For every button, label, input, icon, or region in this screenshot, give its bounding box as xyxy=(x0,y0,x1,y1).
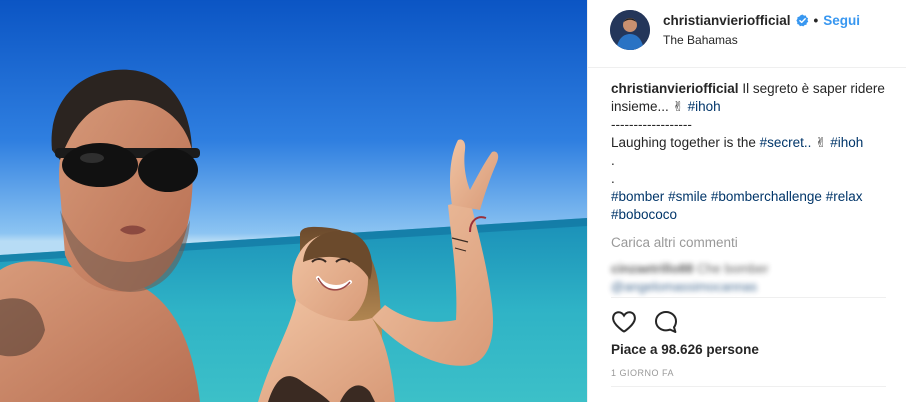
hashtag-link[interactable]: #bomber xyxy=(611,189,664,204)
post-timestamp[interactable]: 1 GIORNO FA xyxy=(611,368,674,378)
comment-username: cinzaetrillo88 xyxy=(611,261,694,276)
instagram-post: christianvieriofficial • Segui The Baham… xyxy=(0,0,906,402)
post-caption: christianvieriofficial Il segreto è sape… xyxy=(611,80,889,224)
comment-bubble-icon[interactable] xyxy=(653,309,679,335)
post-sidebar: christianvieriofficial • Segui The Baham… xyxy=(587,0,906,402)
hashtag-link[interactable]: #relax xyxy=(826,189,863,204)
peace-emoji-icon: ✌ xyxy=(672,99,684,114)
header-user-row: christianvieriofficial • Segui xyxy=(663,13,860,28)
peace-emoji-icon: ✌ xyxy=(815,135,827,150)
divider xyxy=(611,297,886,298)
divider xyxy=(611,386,886,387)
caption-dashes: ------------------ xyxy=(611,117,692,132)
hashtag-line: #bomber #smile #bomberchallenge #relax xyxy=(611,188,889,206)
post-photo[interactable] xyxy=(0,0,587,402)
heart-icon[interactable] xyxy=(611,309,637,335)
hashtag-line: #bobococo xyxy=(611,206,889,224)
verified-badge-icon xyxy=(795,14,808,27)
hashtag-link[interactable]: #secret.. xyxy=(760,135,812,150)
caption-text-en: Laughing together is the xyxy=(611,135,756,150)
location-link[interactable]: The Bahamas xyxy=(663,33,738,47)
hashtag-link[interactable]: #bomberchallenge xyxy=(711,189,822,204)
blurred-comment: cinzaetrillo88 Che bomber @angelomassimo… xyxy=(611,260,801,296)
comment-text: Che bomber xyxy=(697,261,769,276)
hashtag-link[interactable]: #bobococo xyxy=(611,207,677,222)
separator-dot: • xyxy=(813,13,819,28)
photo-illustration xyxy=(0,69,587,402)
post-actions xyxy=(611,309,679,335)
hashtag-link[interactable]: #ihoh xyxy=(688,99,721,114)
caption-username[interactable]: christianvieriofficial xyxy=(611,81,739,96)
follow-button[interactable]: Segui xyxy=(823,13,860,28)
avatar[interactable] xyxy=(610,10,650,50)
likes-count[interactable]: Piace a 98.626 persone xyxy=(611,342,759,357)
comment-mention: @angelomassimocannas xyxy=(611,279,758,294)
header-username[interactable]: christianvieriofficial xyxy=(663,13,791,28)
avatar-image xyxy=(610,10,650,50)
caption-dot: . xyxy=(611,171,615,186)
caption-dot: . xyxy=(611,153,615,168)
hashtag-link[interactable]: #smile xyxy=(668,189,707,204)
hashtag-link[interactable]: #ihoh xyxy=(830,135,863,150)
post-header: christianvieriofficial • Segui The Baham… xyxy=(588,0,906,68)
load-more-comments-button[interactable]: Carica altri commenti xyxy=(611,235,738,250)
